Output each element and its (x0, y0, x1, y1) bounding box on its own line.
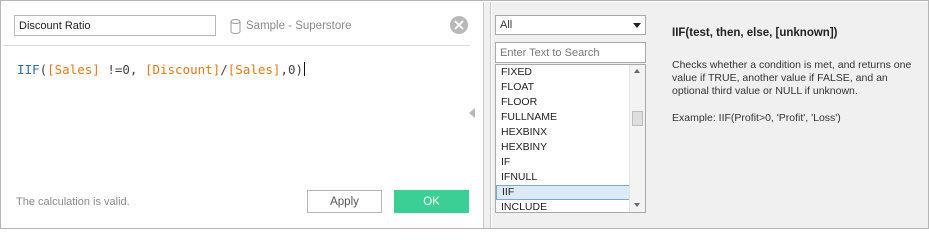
database-icon (230, 18, 241, 34)
calculation-name-input[interactable] (14, 15, 216, 36)
function-list-item[interactable]: HEXBINY (496, 140, 637, 155)
formula-operator: / (220, 62, 228, 77)
calculation-editor-dialog: Sample - Superstore IIF([Sales] !=0, [Di… (0, 0, 929, 229)
formula-operator: !=0, (99, 62, 145, 77)
scrollbar-thumb[interactable] (632, 111, 643, 126)
close-icon (454, 20, 464, 30)
function-list-item[interactable]: FULLNAME (496, 110, 637, 125)
formula-divider (3, 45, 470, 46)
function-list-items: FIXED FLOAT FLOOR FULLNAME HEXBINX HEXBINY IF I… (496, 65, 645, 212)
apply-button[interactable]: Apply (307, 190, 382, 213)
datasource-indicator: Sample - Superstore (230, 17, 351, 35)
function-reference-pane: All FIXEDFLOATFLOORFULLNAMEHEXBINXHEXBIN… (492, 2, 928, 228)
function-list[interactable]: FIXED FLOAT FLOOR FULLNAME HEXBINX HEXBINY IF I… (495, 64, 646, 213)
function-list-item[interactable]: HEXBINX (496, 125, 637, 140)
formula-tail: ,0) (280, 62, 304, 77)
text-caret (304, 62, 306, 76)
function-example: Example: IIF(Profit>0, 'Profit', 'Loss') (672, 112, 841, 124)
function-description: Checks whether a condition is met, and r… (672, 59, 912, 97)
scroll-down-icon[interactable] (634, 203, 640, 207)
collapse-left-icon[interactable] (469, 108, 475, 118)
formula-field-token: [Sales] (227, 62, 281, 77)
calculation-pane: Sample - Superstore IIF([Sales] !=0, [Di… (2, 2, 483, 228)
function-list-item[interactable]: FLOAT (496, 80, 637, 95)
function-category-value: All (500, 19, 513, 31)
datasource-label: Sample - Superstore (246, 20, 352, 32)
function-list-item[interactable]: FLOOR (496, 95, 637, 110)
formula-open-paren: ( (39, 62, 48, 77)
function-list-item[interactable]: IIF (496, 185, 637, 200)
chevron-down-icon (633, 23, 641, 28)
pane-splitter[interactable] (483, 2, 491, 228)
ok-button[interactable]: OK (394, 190, 469, 213)
function-list-item[interactable]: IF (496, 155, 637, 170)
function-list-item[interactable]: IFNULL (496, 170, 637, 185)
function-list-item[interactable]: FIXED (496, 65, 637, 80)
formula-function-token: IIF (17, 62, 40, 77)
formula-field-token: [Sales] (47, 62, 100, 77)
function-category-select[interactable]: All (495, 15, 646, 35)
close-button[interactable] (450, 16, 468, 34)
scroll-up-icon[interactable] (634, 69, 640, 73)
validation-status: The calculation is valid. (16, 196, 130, 208)
function-list-scrollbar[interactable] (629, 65, 645, 212)
formula-field-token: [Discount] (144, 62, 221, 77)
function-list-item[interactable]: INCLUDE (496, 200, 637, 212)
function-signature: IIF(test, then, else, [unknown]) (672, 27, 838, 39)
formula-editor[interactable]: IIF([Sales] !=0, [Discount]/[Sales],0) (17, 62, 306, 77)
function-search-input[interactable] (495, 42, 646, 63)
